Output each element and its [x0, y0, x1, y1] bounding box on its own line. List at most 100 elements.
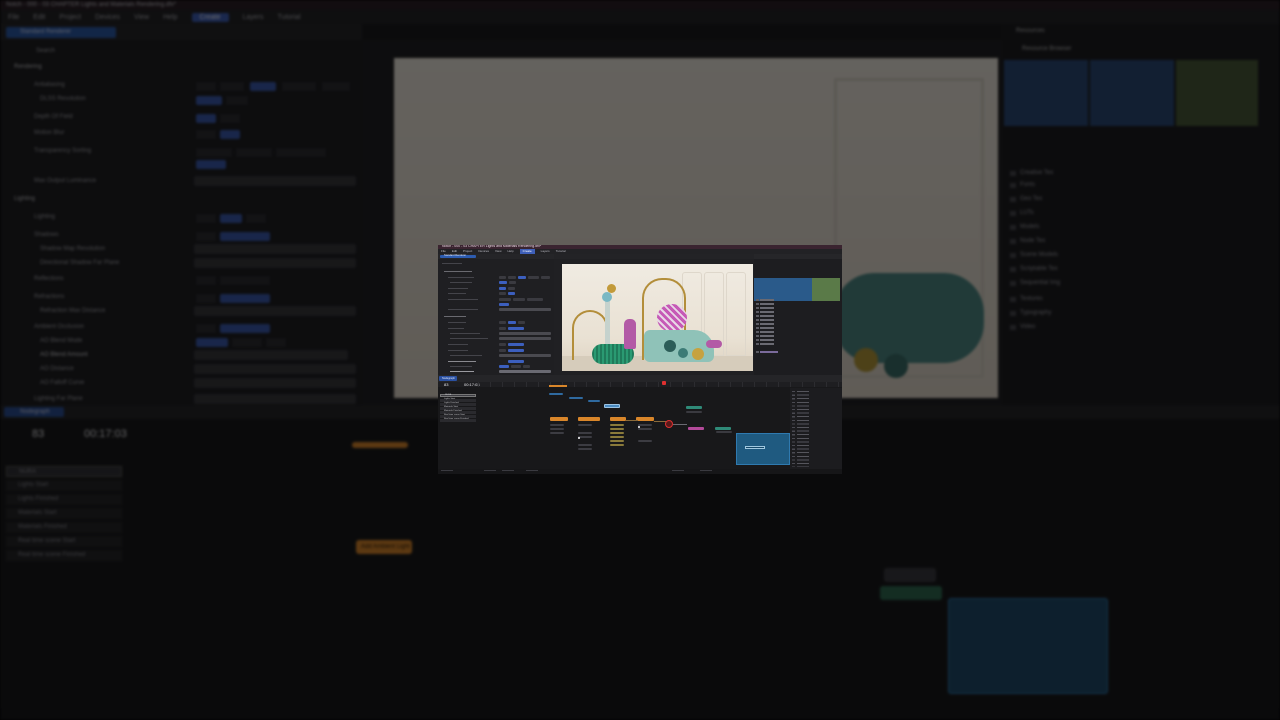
node-group-box[interactable] [736, 433, 790, 465]
node-port[interactable] [610, 436, 624, 438]
layer-track[interactable]: Real time scene Finished [440, 418, 476, 422]
node-port[interactable] [610, 444, 624, 446]
option-off[interactable] [499, 321, 506, 324]
section-rendering[interactable] [444, 271, 472, 272]
node-port[interactable] [716, 431, 732, 433]
bg-track: NURA [6, 466, 122, 477]
resource-thumbnail[interactable] [812, 278, 840, 301]
node-port[interactable] [578, 444, 592, 446]
option-off[interactable] [499, 343, 506, 346]
option-off[interactable] [499, 287, 506, 290]
group-inner-node[interactable] [745, 446, 765, 449]
option-refine[interactable] [541, 276, 550, 279]
node-port[interactable] [610, 424, 624, 426]
node-port[interactable] [638, 428, 652, 430]
bg-chip [276, 148, 326, 157]
option-on[interactable] [518, 321, 525, 324]
tab-nodegraph[interactable]: Nodegraph [439, 376, 457, 381]
slider-max-luminance[interactable] [499, 308, 551, 311]
option-per-scene[interactable] [499, 298, 511, 301]
option-auto[interactable] [499, 281, 507, 284]
node-port[interactable] [686, 411, 702, 413]
bg-chip [196, 130, 216, 139]
renderer-selector[interactable]: Standard Renderer [440, 254, 476, 258]
folder-item[interactable] [756, 342, 774, 345]
slider-dir-shadow[interactable] [499, 337, 551, 340]
option-screen-space[interactable] [508, 349, 524, 352]
node-port[interactable] [550, 424, 564, 426]
node-teal[interactable] [715, 427, 731, 430]
option-auto[interactable] [508, 321, 516, 324]
bg-menu-project: Project [59, 13, 82, 21]
root-node-icon[interactable] [665, 420, 673, 428]
option-multiply[interactable] [499, 365, 509, 368]
bg-row-ao: Ambient Occlusion [34, 324, 85, 330]
status-item [502, 470, 514, 472]
playhead-marker[interactable] [662, 381, 666, 385]
option-off[interactable] [499, 292, 506, 295]
node-port[interactable] [638, 424, 652, 426]
option-screen-space[interactable] [508, 360, 524, 363]
folder-item[interactable] [756, 330, 774, 333]
option-on[interactable] [508, 292, 515, 295]
node-blue[interactable] [569, 397, 583, 399]
node-orange[interactable] [578, 417, 600, 421]
node-teal[interactable] [686, 406, 702, 409]
node-blue[interactable] [588, 400, 600, 402]
folder-item[interactable] [756, 310, 774, 313]
option-per-pixel[interactable] [513, 298, 525, 301]
bg-chip [220, 82, 244, 91]
node-magenta[interactable] [688, 427, 704, 430]
node-port[interactable] [638, 440, 652, 442]
node-port[interactable] [578, 448, 592, 450]
node-port[interactable] [578, 424, 592, 426]
option-shadow-maps[interactable] [508, 327, 524, 330]
node-selected[interactable] [604, 404, 620, 408]
option-on[interactable] [508, 287, 515, 290]
folder-item[interactable] [756, 302, 774, 305]
option-off[interactable] [499, 349, 506, 352]
timeline-clip[interactable] [549, 385, 567, 387]
option-replace[interactable] [511, 365, 521, 368]
option-off[interactable] [499, 327, 506, 330]
node-orange[interactable] [610, 417, 626, 421]
node-port[interactable] [610, 428, 624, 430]
folder-item[interactable] [756, 326, 774, 329]
resource-thumbnail[interactable] [784, 278, 812, 301]
folder-item[interactable] [756, 298, 774, 301]
node-port[interactable] [578, 436, 592, 438]
option-off[interactable] [499, 276, 506, 279]
section-lighting[interactable] [444, 316, 466, 317]
option-dlss[interactable] [518, 276, 526, 279]
node-category-list[interactable] [797, 391, 809, 467]
folder-item[interactable] [756, 334, 774, 337]
option-add[interactable] [523, 365, 530, 368]
option-temporal[interactable] [528, 276, 539, 279]
node-port[interactable] [550, 432, 564, 434]
folder-item[interactable] [756, 306, 774, 309]
node-port[interactable] [610, 440, 624, 442]
search-row[interactable] [442, 263, 462, 264]
option-scene-position[interactable] [527, 298, 543, 301]
slider-shadow-res[interactable] [499, 332, 551, 335]
render-preview[interactable] [562, 264, 753, 371]
node-port[interactable] [550, 428, 564, 430]
option-msaa[interactable] [508, 276, 516, 279]
node-port[interactable] [578, 432, 592, 434]
option-q5[interactable] [509, 281, 516, 284]
option-legacy[interactable] [499, 303, 509, 306]
slider-refraction-max[interactable] [499, 354, 551, 357]
slider-ao-blend-amount[interactable] [499, 370, 551, 373]
node-orange[interactable] [550, 417, 568, 421]
folder-item[interactable] [756, 314, 774, 317]
node-blue[interactable] [549, 393, 563, 395]
drop-hint[interactable] [756, 350, 778, 353]
node-port[interactable] [610, 432, 624, 434]
folder-item[interactable] [756, 338, 774, 341]
folder-item[interactable] [756, 318, 774, 321]
option-screen-space[interactable] [508, 343, 524, 346]
resource-thumbnail[interactable] [754, 278, 784, 301]
folder-item[interactable] [756, 322, 774, 325]
layer-track-selected[interactable]: NURA [440, 394, 476, 397]
node-orange[interactable] [636, 417, 654, 421]
